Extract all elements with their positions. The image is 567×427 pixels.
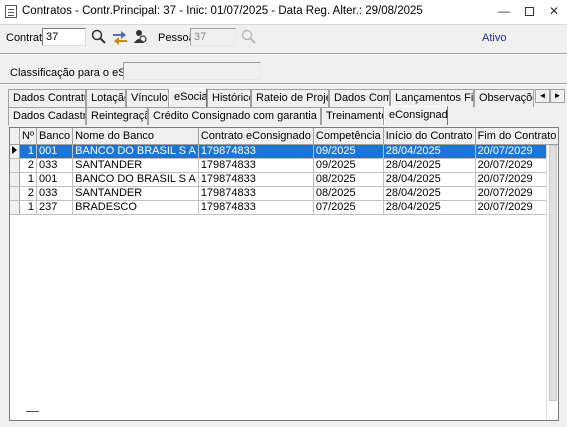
cell-banco[interactable]: 237 — [36, 200, 74, 215]
scrollbar-thumb[interactable] — [549, 145, 557, 401]
tab-dados-cadastrais[interactable]: Dados Cadastrais — [8, 107, 86, 125]
cell-contrato[interactable]: 179874833 — [198, 200, 314, 215]
tab-reintegracao[interactable]: Reintegração — [86, 107, 148, 125]
pessoa-field: 37 — [190, 28, 236, 46]
tab-esocial[interactable]: eSocial — [169, 88, 207, 107]
cell-numero[interactable]: 1 — [19, 200, 37, 215]
econsignado-grid[interactable]: Nº Banco Nome do Banco Contrato eConsign… — [9, 127, 559, 421]
row-indicator — [10, 172, 20, 187]
cell-inicio[interactable]: 28/04/2025 — [383, 200, 476, 215]
cell-banco[interactable]: 033 — [36, 158, 74, 173]
cell-inicio[interactable]: 28/04/2025 — [383, 186, 476, 201]
cell-nome-banco[interactable]: BANCO DO BRASIL S A — [72, 144, 199, 159]
cell-banco[interactable]: 001 — [36, 144, 74, 159]
cell-contrato[interactable]: 179874833 — [198, 172, 314, 187]
divider — [0, 83, 567, 85]
transfer-icon[interactable] — [111, 28, 129, 46]
tab-lotacao[interactable]: Lotação — [86, 89, 126, 107]
column-header[interactable]: Início do Contrato — [383, 128, 476, 145]
cell-contrato[interactable]: 179874833 — [198, 144, 314, 159]
tab-dados-contratuais[interactable]: Dados Contratuais — [8, 89, 86, 107]
column-header[interactable]: Competência — [313, 128, 384, 145]
cell-inicio[interactable]: 28/04/2025 — [383, 144, 476, 159]
tab-treinamentos[interactable]: Treinamentos — [321, 107, 384, 125]
row-indicator — [10, 200, 20, 215]
column-header[interactable]: Nº — [19, 128, 37, 145]
horizontal-scroll-indicator — [26, 411, 39, 412]
maximize-icon — [524, 7, 534, 16]
window-title: Contratos - Contr.Principal: 37 - Inic: … — [22, 5, 423, 17]
data-table: Nº Banco Nome do Banco Contrato eConsign… — [10, 128, 558, 215]
tab-vinculos[interactable]: Vínculos — [126, 89, 169, 107]
indicator-header — [10, 128, 20, 145]
tab-credito-consignado-fgts[interactable]: Crédito Consignado com garantia de FGTS — [148, 107, 321, 125]
row-pointer-icon — [12, 146, 17, 154]
cell-inicio[interactable]: 28/04/2025 — [383, 172, 476, 187]
cell-numero[interactable]: 1 — [19, 144, 37, 159]
maximize-button[interactable] — [517, 0, 541, 24]
tab-scroll-left-button[interactable]: ◄ — [535, 89, 550, 103]
cell-competencia[interactable]: 09/2025 — [313, 158, 384, 173]
cell-contrato[interactable]: 179874833 — [198, 158, 314, 173]
table-row[interactable]: 2 033 SANTANDER 179874833 08/2025 28/04/… — [10, 186, 558, 201]
cell-nome-banco[interactable]: SANTANDER — [72, 158, 199, 173]
table-header: Nº Banco Nome do Banco Contrato eConsign… — [10, 128, 558, 145]
title-separator — [0, 24, 567, 25]
cell-numero[interactable]: 2 — [19, 158, 37, 173]
cell-numero[interactable]: 2 — [19, 186, 37, 201]
cell-banco[interactable]: 033 — [36, 186, 74, 201]
status-label: Ativo — [482, 32, 507, 44]
table-row[interactable]: 1 001 BANCO DO BRASIL S A 179874833 09/2… — [10, 144, 558, 159]
column-header[interactable]: Fim do Contrato — [475, 128, 558, 145]
cell-nome-banco[interactable]: BANCO DO BRASIL S A — [72, 172, 199, 187]
classificacao-field — [123, 62, 261, 80]
cell-competencia[interactable]: 08/2025 — [313, 172, 384, 187]
row-indicator — [10, 158, 20, 173]
app-icon — [5, 5, 17, 18]
cell-competencia[interactable]: 07/2025 — [313, 200, 384, 215]
cell-contrato[interactable]: 179874833 — [198, 186, 314, 201]
close-button[interactable]: ✕ — [542, 0, 566, 24]
search-contrato-icon[interactable] — [90, 28, 108, 46]
tab-scroll: ◄ ► — [535, 89, 565, 103]
cell-banco[interactable]: 001 — [36, 172, 74, 187]
row-indicator — [10, 186, 20, 201]
tab-observacoes[interactable]: Observações — [474, 89, 534, 107]
tab-historico[interactable]: Histórico — [207, 89, 251, 107]
tab-rateio-projetos[interactable]: Rateio de Projetos — [251, 89, 329, 107]
tab-scroll-right-button[interactable]: ► — [550, 89, 565, 103]
column-header[interactable]: Nome do Banco — [72, 128, 199, 145]
search-pessoa-icon — [241, 29, 256, 44]
table-body: 1 001 BANCO DO BRASIL S A 179874833 09/2… — [10, 144, 558, 215]
cell-competencia[interactable]: 08/2025 — [313, 186, 384, 201]
cell-inicio[interactable]: 28/04/2025 — [383, 158, 476, 173]
person-search-icon[interactable] — [131, 28, 149, 46]
vertical-scrollbar[interactable] — [546, 145, 558, 420]
table-row[interactable]: 2 033 SANTANDER 179874833 09/2025 28/04/… — [10, 158, 558, 173]
contrato-field[interactable]: 37 — [42, 28, 86, 46]
tab-econsignado[interactable]: eConsignado — [384, 106, 448, 125]
minimize-button[interactable]: — — [492, 0, 516, 24]
title-bar: Contratos - Contr.Principal: 37 - Inic: … — [0, 0, 567, 24]
column-header[interactable]: Contrato eConsignado — [198, 128, 314, 145]
tab-lancamentos-fixos[interactable]: Lançamentos Fixos — [390, 89, 474, 107]
table-row[interactable]: 1 001 BANCO DO BRASIL S A 179874833 08/2… — [10, 172, 558, 187]
divider — [0, 53, 567, 55]
row-indicator — [10, 144, 20, 159]
cell-nome-banco[interactable]: SANTANDER — [72, 186, 199, 201]
column-header[interactable]: Banco — [36, 128, 74, 145]
tab-dados-compl[interactable]: Dados Compl. — [329, 89, 390, 107]
cell-numero[interactable]: 1 — [19, 172, 37, 187]
cell-nome-banco[interactable]: BRADESCO — [72, 200, 199, 215]
table-row[interactable]: 1 237 BRADESCO 179874833 07/2025 28/04/2… — [10, 200, 558, 215]
cell-competencia[interactable]: 09/2025 — [313, 144, 384, 159]
